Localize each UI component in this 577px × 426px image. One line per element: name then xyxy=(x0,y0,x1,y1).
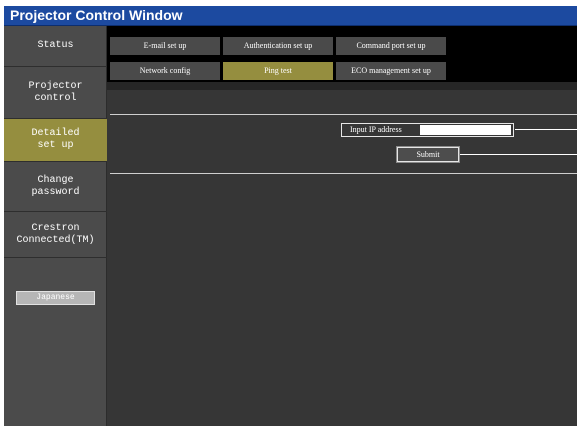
window-titlebar: Projector Control Window xyxy=(4,6,577,26)
bottom-divider xyxy=(110,173,577,174)
tab-authentication-set-up[interactable]: Authentication set up xyxy=(223,37,333,55)
ip-address-input[interactable] xyxy=(420,125,511,135)
tab-command-port-set-up[interactable]: Command port set up xyxy=(336,37,446,55)
tab-underline-band xyxy=(107,82,577,90)
japanese-language-button[interactable]: Japanese xyxy=(16,291,95,305)
window-title: Projector Control Window xyxy=(10,7,183,23)
sidebar: Status Projector control Detailed set up… xyxy=(4,26,107,426)
submit-button[interactable]: Submit xyxy=(396,146,460,163)
sidebar-item-status[interactable]: Status xyxy=(4,26,107,67)
ip-callout-line xyxy=(515,129,577,130)
sidebar-item-change-password[interactable]: Change password xyxy=(4,162,107,212)
tab-network-config[interactable]: Network config xyxy=(110,62,220,80)
tab-email-set-up[interactable]: E-mail set up xyxy=(110,37,220,55)
sidebar-item-projector-control[interactable]: Projector control xyxy=(4,67,107,119)
tab-eco-management-set-up[interactable]: ECO management set up xyxy=(336,62,446,80)
tab-bar: E-mail set up Authentication set up Comm… xyxy=(107,26,577,82)
tab-ping-test[interactable]: Ping test xyxy=(223,62,333,80)
top-divider xyxy=(110,114,577,115)
ip-address-group: Input IP address xyxy=(341,123,514,137)
ip-address-label: Input IP address xyxy=(350,125,402,134)
submit-callout-line xyxy=(460,154,577,155)
sidebar-item-crestron-connected[interactable]: Crestron Connected(TM) xyxy=(4,212,107,258)
main-content: E-mail set up Authentication set up Comm… xyxy=(107,26,577,426)
sidebar-item-detailed-set-up[interactable]: Detailed set up xyxy=(4,119,107,162)
